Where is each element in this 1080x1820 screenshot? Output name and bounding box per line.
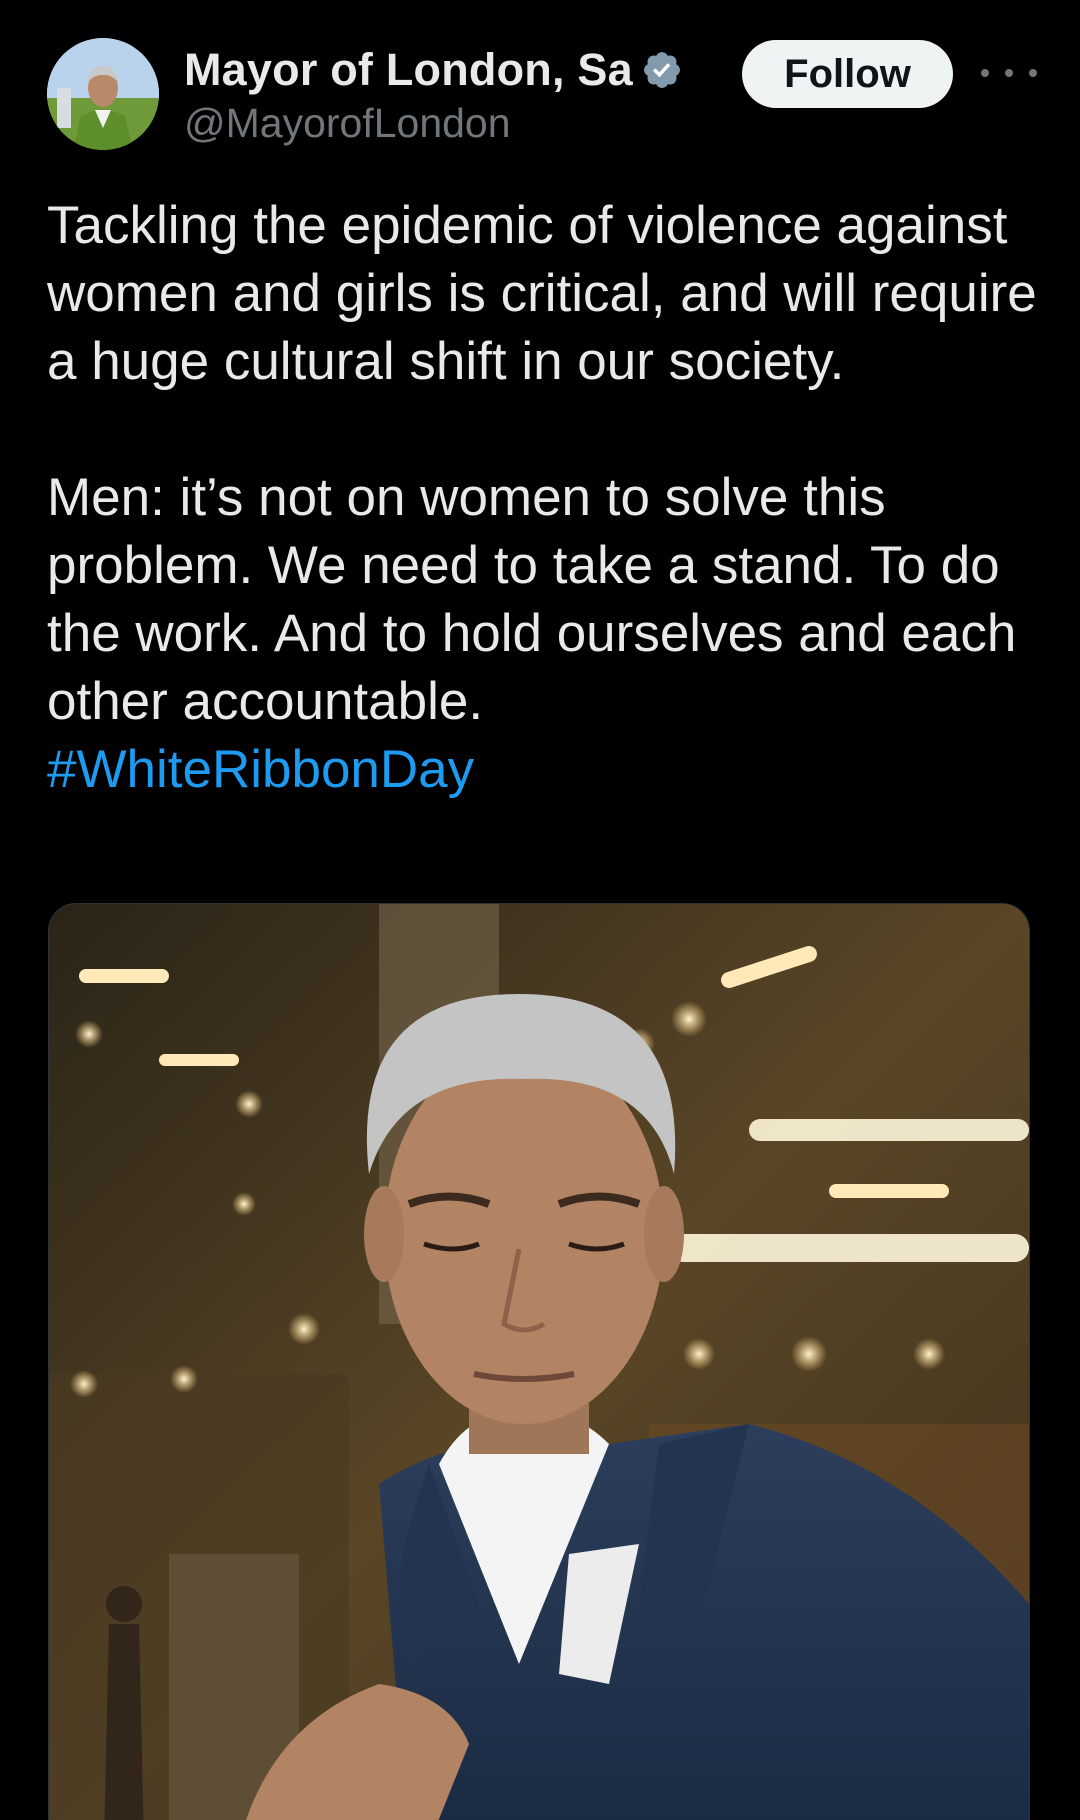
author-name-row: Mayor of London, Sa bbox=[184, 42, 744, 98]
post-paragraph-1: Tackling the epidemic of violence agains… bbox=[47, 196, 1037, 391]
attached-photo bbox=[49, 904, 1029, 1820]
more-dot bbox=[981, 69, 989, 77]
author-display-name[interactable]: Mayor of London, Sa bbox=[184, 44, 633, 96]
more-options-icon[interactable] bbox=[981, 58, 1037, 88]
author-avatar[interactable] bbox=[47, 38, 159, 150]
post-text: Tackling the epidemic of violence agains… bbox=[47, 192, 1047, 804]
hashtag-link[interactable]: #WhiteRibbonDay bbox=[47, 740, 474, 799]
post-header: Mayor of London, Sa @MayorofLondon Follo… bbox=[47, 38, 1037, 158]
follow-button[interactable]: Follow bbox=[742, 40, 953, 108]
verified-badge-icon bbox=[641, 49, 683, 91]
author-handle[interactable]: @MayorofLondon bbox=[184, 100, 744, 147]
more-dot bbox=[1029, 69, 1037, 77]
more-dot bbox=[1005, 69, 1013, 77]
post-paragraph-2: Men: it’s not on women to solve this pro… bbox=[47, 468, 1017, 731]
avatar-photo bbox=[47, 38, 159, 150]
author-info: Mayor of London, Sa @MayorofLondon bbox=[184, 42, 744, 147]
post-image[interactable] bbox=[48, 903, 1030, 1820]
